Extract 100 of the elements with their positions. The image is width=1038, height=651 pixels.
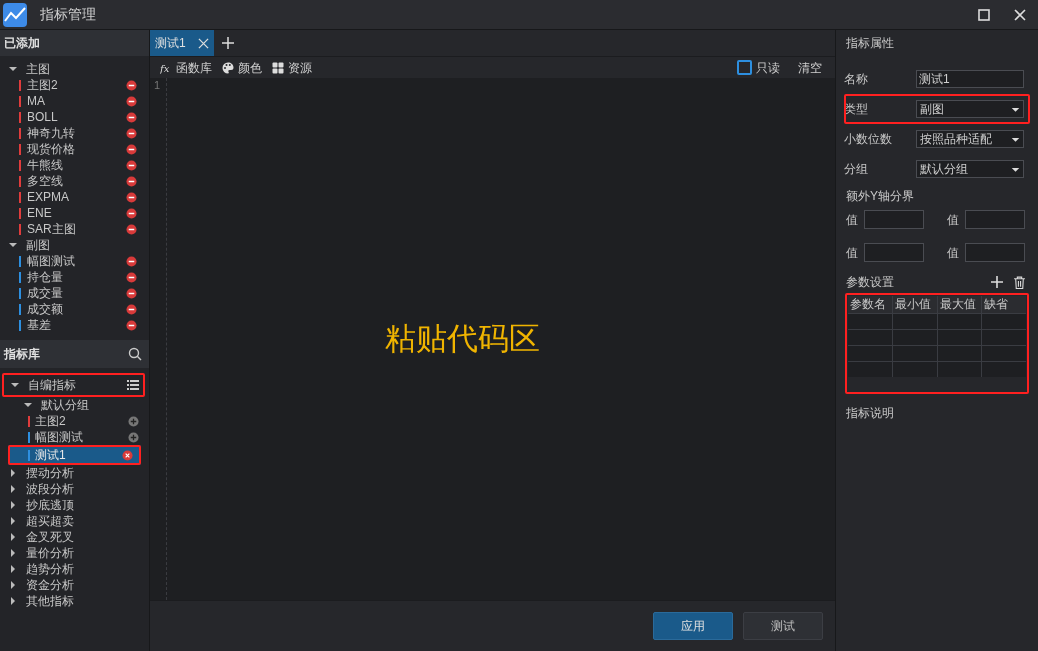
remove-icon[interactable]: [126, 111, 137, 123]
indicator-name[interactable]: 神奇九转: [27, 125, 126, 141]
value-field[interactable]: [965, 243, 1025, 262]
toolbar-button[interactable]: 颜色: [222, 58, 262, 77]
tree-group-label[interactable]: 金叉死叉: [26, 529, 143, 545]
test-button[interactable]: 测试: [743, 612, 823, 640]
remove-icon[interactable]: [126, 127, 137, 139]
clear-button[interactable]: 清空: [798, 58, 822, 77]
remove-icon[interactable]: [126, 223, 137, 235]
remove-icon[interactable]: [126, 287, 137, 299]
maximize-icon[interactable]: [978, 8, 990, 21]
collapsed-caret-icon[interactable]: [9, 501, 17, 509]
collapsed-caret-icon[interactable]: [9, 581, 17, 589]
indicator-name[interactable]: 幅图测试: [27, 253, 126, 269]
field-label: 值: [846, 211, 858, 229]
add-icon[interactable]: [991, 276, 1003, 288]
indicator-name[interactable]: 主图2: [27, 77, 126, 93]
close-icon[interactable]: [197, 37, 209, 49]
collapsed-caret-icon[interactable]: [9, 485, 17, 493]
tree-group-label[interactable]: 量价分析: [26, 545, 143, 561]
table-cell: [892, 362, 937, 377]
value-field[interactable]: [965, 210, 1025, 229]
tree-group-label[interactable]: 自编指标: [28, 377, 118, 393]
collapsed-caret-icon[interactable]: [9, 469, 17, 477]
table-cell: [982, 362, 1026, 377]
indicator-name[interactable]: 成交量: [27, 285, 126, 301]
tree-group-label[interactable]: 默认分组: [41, 397, 89, 413]
table-cell: [892, 314, 937, 329]
collapsed-caret-icon[interactable]: [9, 533, 17, 541]
expanded-caret-icon[interactable]: [24, 401, 32, 409]
add-tab-icon[interactable]: [221, 37, 234, 49]
column-header: 最大值: [937, 296, 982, 313]
tree-group-label[interactable]: 抄底逃顶: [26, 497, 143, 513]
trash-icon[interactable]: [1013, 275, 1026, 289]
readonly-checkbox[interactable]: 只读: [737, 58, 780, 77]
remove-icon[interactable]: [126, 207, 137, 219]
indicator-name[interactable]: 现货价格: [27, 141, 126, 157]
collapsed-caret-icon[interactable]: [9, 597, 17, 605]
remove-icon[interactable]: [126, 271, 137, 283]
remove-icon[interactable]: [126, 95, 137, 107]
section-label: 参数设置: [846, 274, 895, 291]
expanded-caret-icon[interactable]: [11, 381, 19, 389]
indicator-name[interactable]: MA: [27, 93, 126, 109]
tree-group-label[interactable]: 其他指标: [26, 593, 143, 609]
tree-group-label[interactable]: 超买超卖: [26, 513, 143, 529]
indicator-name[interactable]: 幅图测试: [35, 429, 128, 445]
remove-icon[interactable]: [126, 175, 137, 187]
search-icon[interactable]: [128, 347, 142, 361]
remove-icon[interactable]: [126, 159, 137, 171]
remove-icon[interactable]: [126, 255, 137, 267]
tree-group-label[interactable]: 资金分析: [26, 577, 143, 593]
delete-icon[interactable]: [122, 449, 133, 461]
table-cell: [848, 330, 892, 345]
indicator-name[interactable]: EXPMA: [27, 189, 126, 205]
tree-group-label[interactable]: 趋势分析: [26, 561, 143, 577]
name-field[interactable]: 测试1: [916, 70, 1024, 88]
indicator-name[interactable]: 持仓量: [27, 269, 126, 285]
close-icon[interactable]: [1014, 8, 1026, 21]
grid-icon[interactable]: [272, 61, 284, 74]
tree-group-label[interactable]: 波段分析: [26, 481, 143, 497]
collapsed-caret-icon[interactable]: [9, 517, 17, 525]
window-title: 指标管理: [40, 5, 96, 24]
field-label: 类型: [844, 101, 869, 118]
expanded-caret-icon[interactable]: [9, 65, 17, 73]
value-field[interactable]: [864, 243, 924, 262]
field-label: 分组: [844, 161, 869, 178]
selected-tree-row[interactable]: 测试1: [8, 445, 141, 465]
dropdown[interactable]: 按照品种适配: [916, 130, 1024, 148]
indicator-name[interactable]: ENE: [27, 205, 126, 221]
indicator-name[interactable]: BOLL: [27, 109, 126, 125]
tree-group-label[interactable]: 主图: [26, 61, 50, 77]
toolbar-button[interactable]: fx 函数库: [160, 58, 212, 77]
table-cell: [937, 314, 982, 329]
indicator-name[interactable]: 主图2: [35, 413, 128, 429]
indicator-name[interactable]: SAR主图: [27, 221, 126, 237]
dropdown[interactable]: 默认分组: [916, 160, 1024, 178]
editor-tab[interactable]: 测试1: [150, 30, 214, 56]
remove-icon[interactable]: [126, 303, 137, 315]
table-cell: [848, 346, 892, 361]
remove-icon[interactable]: [126, 143, 137, 155]
remove-icon[interactable]: [126, 79, 137, 91]
collapsed-caret-icon[interactable]: [9, 549, 17, 557]
indicator-name[interactable]: 成交额: [27, 301, 126, 317]
palette-icon[interactable]: [222, 61, 234, 74]
tree-group-label[interactable]: 副图: [26, 237, 50, 253]
list-icon[interactable]: [127, 379, 139, 391]
field-label: 值: [947, 244, 959, 262]
collapsed-caret-icon[interactable]: [9, 565, 17, 573]
indicator-name[interactable]: 基差: [27, 317, 126, 333]
indicator-name[interactable]: 牛熊线: [27, 157, 126, 173]
remove-icon[interactable]: [126, 319, 137, 331]
function-icon[interactable]: fx: [160, 61, 172, 74]
toolbar-button[interactable]: 资源: [272, 58, 312, 77]
value-field[interactable]: [864, 210, 924, 229]
dropdown[interactable]: 副图: [916, 100, 1024, 118]
remove-icon[interactable]: [126, 191, 137, 203]
tree-group-label[interactable]: 摆动分析: [26, 465, 143, 481]
indicator-name[interactable]: 多空线: [27, 173, 126, 189]
expanded-caret-icon[interactable]: [9, 241, 17, 249]
apply-button[interactable]: 应用: [653, 612, 733, 640]
